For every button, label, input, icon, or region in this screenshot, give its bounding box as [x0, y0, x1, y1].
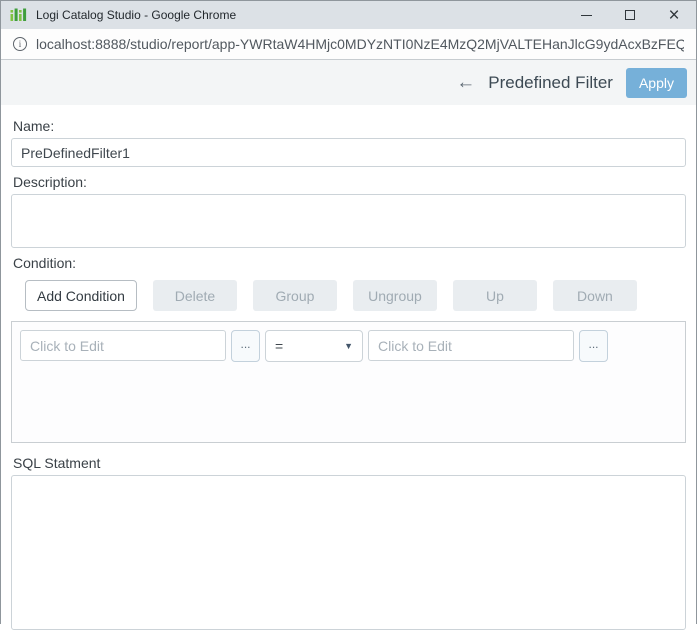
back-arrow-icon[interactable]: ←	[456, 73, 475, 92]
add-condition-button[interactable]: Add Condition	[25, 280, 137, 311]
close-icon[interactable]: ×	[652, 1, 696, 29]
url-text[interactable]: localhost:8888/studio/report/app-YWRtaW4…	[36, 36, 684, 52]
operator-value: =	[275, 338, 284, 354]
ungroup-button[interactable]: Ungroup	[352, 280, 437, 311]
condition-left-input[interactable]	[20, 330, 226, 361]
page-info-icon[interactable]: i	[13, 37, 27, 51]
condition-right-input[interactable]	[368, 330, 574, 361]
condition-editor: ... = ▼ ...	[11, 321, 686, 443]
group-button[interactable]: Group	[252, 280, 337, 311]
up-button[interactable]: Up	[452, 280, 537, 311]
window-controls: ×	[564, 1, 696, 29]
condition-toolbar: Add Condition Delete Group Ungroup Up Do…	[25, 280, 686, 311]
address-bar: i localhost:8888/studio/report/app-YWRta…	[1, 29, 696, 60]
window-titlebar: Logi Catalog Studio - Google Chrome ×	[1, 1, 696, 29]
page-header: ← Predefined Filter Apply	[1, 60, 696, 105]
sql-statement-textarea[interactable]	[11, 475, 686, 630]
name-label: Name:	[13, 118, 55, 134]
filter-form: Name: Description: Condition: Add Condit…	[1, 105, 696, 630]
sql-statement-label: SQL Statment	[13, 455, 101, 471]
name-input[interactable]	[11, 138, 686, 167]
down-button[interactable]: Down	[552, 280, 637, 311]
page-title: Predefined Filter	[488, 72, 613, 92]
browser-window: Logi Catalog Studio - Google Chrome × i …	[0, 0, 697, 630]
condition-left-picker-button[interactable]: ...	[231, 330, 260, 362]
operator-select[interactable]: = ▼	[265, 330, 363, 362]
app-logo-icon	[10, 8, 27, 21]
condition-right-picker-button[interactable]: ...	[579, 330, 608, 362]
minimize-icon[interactable]	[564, 1, 608, 29]
apply-button[interactable]: Apply	[625, 67, 687, 98]
description-textarea[interactable]	[11, 194, 686, 248]
caret-down-icon: ▼	[344, 341, 353, 351]
description-label: Description:	[13, 174, 87, 190]
window-title: Logi Catalog Studio - Google Chrome	[36, 8, 237, 22]
condition-label: Condition:	[13, 255, 77, 271]
delete-button[interactable]: Delete	[152, 280, 237, 311]
maximize-icon[interactable]	[608, 1, 652, 29]
